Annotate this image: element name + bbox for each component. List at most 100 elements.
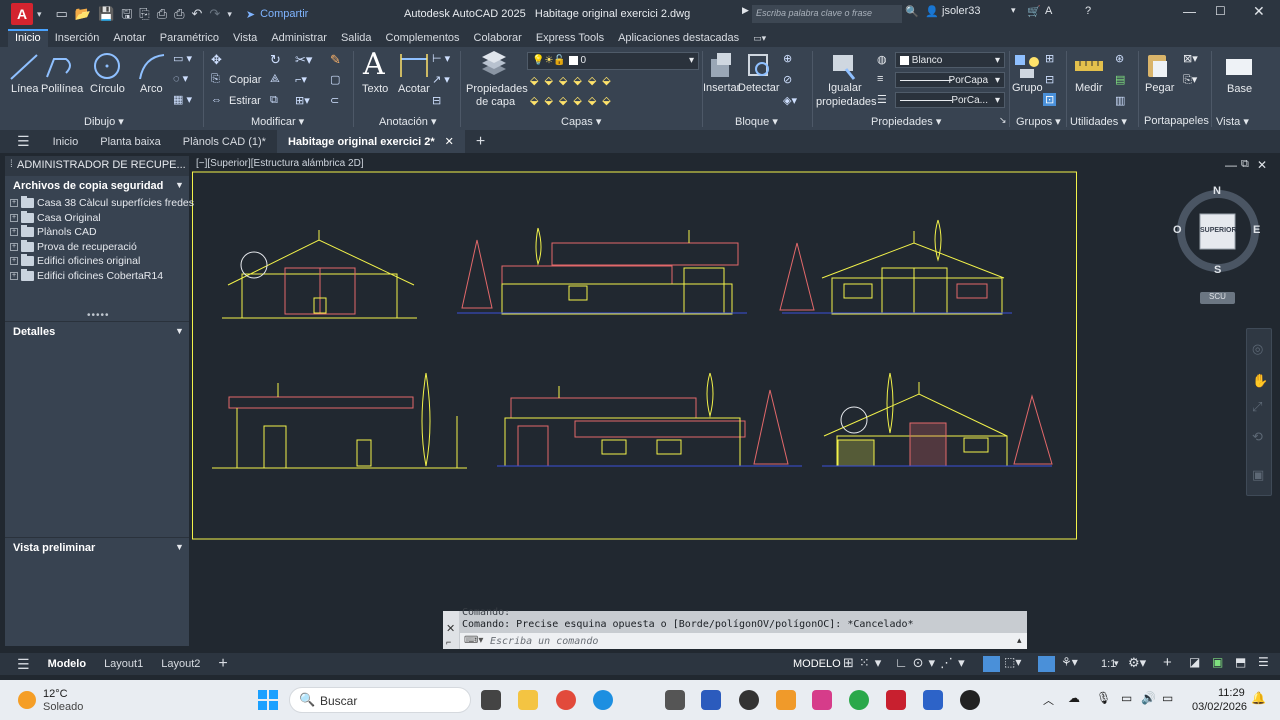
panel-capas[interactable]: Capas ▾: [561, 115, 601, 128]
chrome-icon[interactable]: [556, 690, 576, 710]
color-wheel-icon[interactable]: ◍: [877, 53, 887, 66]
selection-cycling-toggle[interactable]: [983, 656, 1000, 672]
linetype-dropdown[interactable]: PorCapa ▾: [895, 72, 1005, 88]
polyline-label[interactable]: Polilínea: [41, 83, 83, 95]
line-icon[interactable]: [8, 51, 40, 83]
autocad-logo-icon[interactable]: A: [11, 3, 33, 25]
command-customize-icon[interactable]: ⌐: [446, 637, 451, 647]
cut-icon[interactable]: ⊠▾: [1183, 52, 1198, 65]
panel-dibujo[interactable]: Dibujo ▾: [84, 115, 124, 128]
viewport-restore-icon[interactable]: ⧉: [1241, 158, 1249, 171]
line-label[interactable]: Línea: [11, 83, 39, 95]
details-header[interactable]: Detalles: [13, 326, 55, 338]
pan-icon[interactable]: ✋: [1252, 373, 1268, 389]
clock-date[interactable]: 03/02/2026: [1192, 701, 1247, 713]
notifications-icon[interactable]: 🔔: [1251, 691, 1266, 705]
text-label[interactable]: Texto: [362, 83, 388, 95]
ucs-menu[interactable]: SCU: [1200, 292, 1235, 304]
file-explorer-icon[interactable]: [518, 690, 538, 710]
display-icon[interactable]: ▭: [1121, 691, 1132, 705]
mirror-icon[interactable]: ⟁: [270, 73, 280, 86]
doctab-inicio[interactable]: Inicio: [42, 130, 90, 153]
tab-layout2[interactable]: Layout2: [152, 658, 209, 670]
paste-label[interactable]: Pegar: [1145, 82, 1174, 94]
stretch-icon[interactable]: ⇔: [211, 94, 222, 106]
search-input[interactable]: Escriba palabra clave o frase: [752, 5, 902, 23]
word-icon[interactable]: [701, 690, 721, 710]
arc-icon[interactable]: [136, 51, 168, 83]
move-icon[interactable]: ✥: [211, 52, 222, 68]
share-button[interactable]: ➤ Compartir: [246, 8, 309, 21]
base-view-icon[interactable]: [1224, 55, 1254, 79]
autocad-taskbar-icon[interactable]: [886, 690, 906, 710]
panel-bloque[interactable]: Bloque ▾: [735, 115, 778, 128]
tab-vista[interactable]: Vista: [226, 29, 264, 47]
measure-icon[interactable]: [1074, 59, 1104, 73]
app-dct-icon[interactable]: [739, 690, 759, 710]
splitter-grip-icon[interactable]: •••••: [87, 310, 110, 321]
tab-modelo[interactable]: Modelo: [39, 658, 96, 670]
layer-properties-label-2[interactable]: de capa: [476, 96, 515, 108]
backup-item[interactable]: + Casa Original: [10, 211, 101, 224]
tab-salida[interactable]: Salida: [334, 29, 379, 47]
workspace-gear-icon[interactable]: ⚙▾: [1128, 655, 1146, 671]
compass-west[interactable]: O: [1173, 224, 1182, 236]
copy-label[interactable]: Copiar: [229, 74, 261, 86]
clock-time[interactable]: 11:29: [1218, 687, 1245, 699]
layer-tools-row1[interactable]: ⬙⬙⬙⬙⬙⬙: [530, 74, 617, 87]
panel-vista[interactable]: Vista ▾: [1216, 115, 1249, 128]
zoom-extents-icon[interactable]: ⤢: [1252, 399, 1262, 415]
scale-icon[interactable]: ⧉: [270, 94, 278, 107]
doctab-planta-baixa[interactable]: Planta baixa: [89, 130, 172, 153]
close-tab-icon[interactable]: ✕: [445, 135, 454, 148]
ungroup-icon[interactable]: ⊞: [1045, 52, 1054, 65]
ribbon-toggle-icon[interactable]: ▭▾: [746, 30, 773, 47]
expand-icon[interactable]: +: [10, 257, 18, 265]
rectangle-icon[interactable]: ▭ ▾: [173, 52, 192, 65]
panel-modificar[interactable]: Modificar ▾: [251, 115, 304, 128]
circle-icon[interactable]: [91, 50, 123, 82]
user-icon[interactable]: 👤: [925, 5, 939, 18]
group-label[interactable]: Grupo: [1012, 82, 1043, 94]
attribute-icon[interactable]: ◈▾: [783, 94, 797, 107]
doctab-habitage[interactable]: Habitage original exercici 2* ✕: [276, 130, 465, 153]
open-icon[interactable]: 📂: [75, 7, 91, 21]
collapse-preview-icon[interactable]: ▼: [175, 542, 184, 552]
tab-layout1[interactable]: Layout1: [95, 658, 152, 670]
detect-icon[interactable]: [745, 51, 773, 81]
customize-status-icon[interactable]: ☰: [1258, 655, 1269, 669]
trim-icon[interactable]: ✂▾: [295, 52, 312, 68]
edit-block-icon[interactable]: ⊘: [783, 73, 792, 86]
edge-icon[interactable]: [593, 690, 613, 710]
app-menu-arrow-icon[interactable]: ▾: [37, 9, 42, 20]
tab-parametrico[interactable]: Paramétrico: [153, 29, 226, 47]
linetype-icon[interactable]: ≡: [877, 73, 883, 85]
new-tab-icon[interactable]: +: [465, 130, 496, 153]
preview-header[interactable]: Vista preliminar: [13, 542, 95, 554]
text-icon[interactable]: A: [363, 47, 385, 82]
erase-icon[interactable]: ✎: [330, 52, 341, 68]
lineweight-dropdown[interactable]: PorCa... ▾: [895, 92, 1005, 108]
panel-utilidades[interactable]: Utilidades ▾: [1070, 115, 1127, 128]
copy-icon[interactable]: ⎘: [211, 73, 220, 86]
match-label[interactable]: Igualar: [828, 82, 862, 94]
expand-icon[interactable]: +: [10, 228, 18, 236]
explode-icon[interactable]: ▢: [330, 73, 340, 86]
base-label[interactable]: Base: [1227, 83, 1252, 95]
rotate-icon[interactable]: ↻: [270, 52, 281, 68]
backup-item[interactable]: + Edifici oficines original: [10, 254, 140, 267]
measure-label[interactable]: Medir: [1075, 82, 1103, 94]
tab-anotar[interactable]: Anotar: [106, 29, 152, 47]
expand-icon[interactable]: +: [10, 214, 18, 222]
tab-insercion[interactable]: Inserción: [48, 29, 107, 47]
print-icon[interactable]: ⎙: [174, 7, 184, 21]
expand-icon[interactable]: +: [10, 243, 18, 251]
hamburger-menu-icon[interactable]: ☰: [0, 130, 42, 153]
calculator-icon[interactable]: ▤: [1115, 73, 1125, 86]
maximize-icon[interactable]: ☐: [1215, 4, 1226, 18]
polyline-icon[interactable]: [44, 51, 76, 83]
panel-portapapeles[interactable]: Portapapeles: [1144, 115, 1209, 127]
expand-icon[interactable]: +: [10, 272, 18, 280]
stretch-label[interactable]: Estirar: [229, 95, 261, 107]
tab-express-tools[interactable]: Express Tools: [529, 29, 611, 47]
